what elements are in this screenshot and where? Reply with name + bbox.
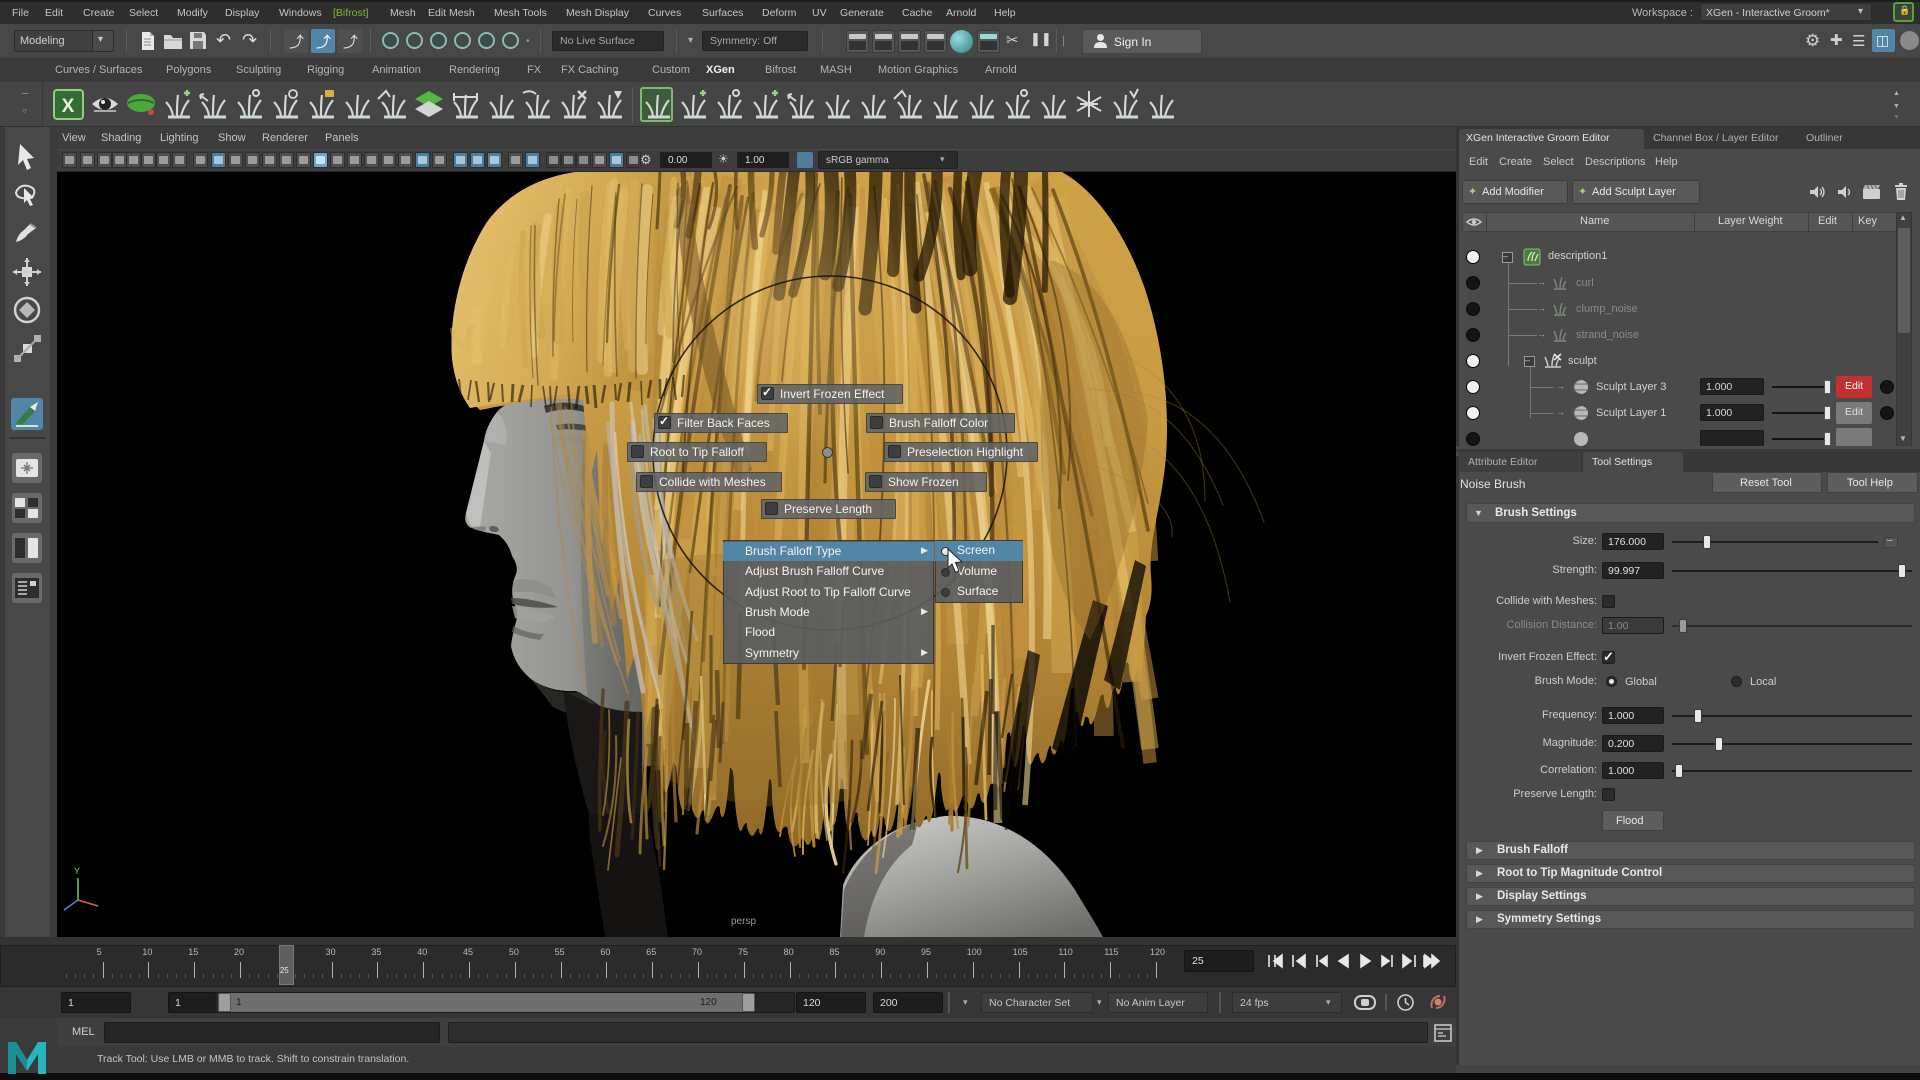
svg-text:X: X [62, 96, 75, 117]
svg-text:Y: Y [74, 866, 80, 876]
svg-text:persp: persp [731, 916, 756, 927]
